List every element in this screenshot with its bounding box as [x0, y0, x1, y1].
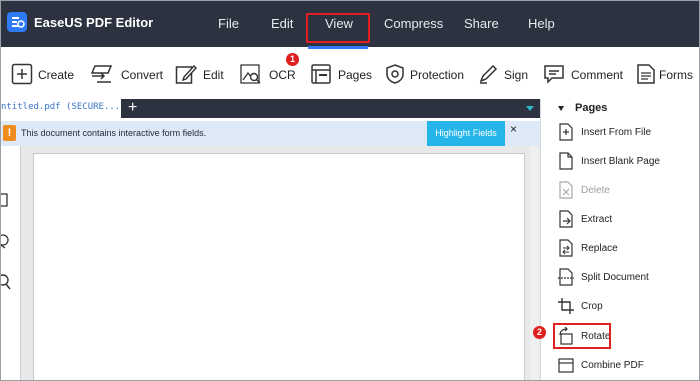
edit-icon	[175, 64, 197, 84]
step-1-badge: 1	[286, 53, 299, 66]
comment-icon	[544, 65, 564, 84]
notice-text: This document contains interactive form …	[21, 128, 207, 138]
delete-page-icon	[559, 181, 573, 199]
delete-page-item: Delete	[541, 177, 699, 203]
edit-label: Edit	[203, 68, 224, 82]
collapse-caret-icon[interactable]	[558, 106, 564, 111]
split-document-item[interactable]: Split Document	[541, 264, 699, 290]
document-tab-bar: ntitled.pdf (SECURE... +	[1, 99, 540, 118]
protection-button[interactable]: Protection	[384, 47, 464, 99]
crop-icon	[558, 298, 574, 314]
pages-button[interactable]: Pages	[310, 47, 373, 99]
comment-label: Comment	[571, 68, 624, 82]
forms-button[interactable]: Forms	[635, 47, 695, 99]
menu-edit[interactable]: Edit	[271, 16, 293, 31]
pdf-page[interactable]	[33, 153, 525, 380]
convert-icon	[90, 65, 113, 83]
form-fields-notice: ! This document contains interactive for…	[1, 121, 540, 146]
document-tab-label: ntitled.pdf (SECURE...	[1, 102, 121, 112]
signature-icon[interactable]	[1, 233, 17, 249]
menu-compress[interactable]: Compress	[384, 16, 443, 31]
edit-button[interactable]: Edit	[175, 47, 225, 99]
pages-icon	[311, 64, 331, 84]
document-canvas[interactable]	[21, 146, 540, 380]
shield-icon	[386, 64, 404, 84]
extract-icon	[559, 210, 573, 228]
comment-button[interactable]: Comment	[543, 47, 623, 99]
convert-button[interactable]: Convert	[89, 47, 163, 99]
active-tab-underline	[308, 46, 368, 49]
forms-label: Forms	[659, 68, 693, 82]
attachment-icon[interactable]	[1, 192, 17, 208]
form-icon	[637, 64, 655, 84]
document-tab[interactable]: ntitled.pdf (SECURE...	[1, 99, 121, 118]
menu-share[interactable]: Share	[464, 16, 499, 31]
combine-pdf-item[interactable]: Combine PDF	[541, 352, 699, 378]
main-toolbar: Create Convert Edit OCR Pages Protection…	[1, 47, 699, 100]
insert-blank-page-item[interactable]: Insert Blank Page	[541, 148, 699, 174]
combine-pdf-label: Combine PDF	[581, 360, 644, 371]
insert-file-icon	[559, 123, 573, 141]
pages-panel-title: Pages	[575, 102, 608, 114]
crop-item[interactable]: Crop	[541, 293, 699, 319]
sign-label: Sign	[504, 68, 529, 82]
replace-item[interactable]: Replace	[541, 235, 699, 261]
replace-icon	[559, 239, 573, 257]
split-document-label: Split Document	[581, 272, 649, 283]
create-label: Create	[38, 68, 75, 82]
warning-icon: !	[3, 125, 16, 141]
convert-label: Convert	[121, 68, 164, 82]
combine-icon	[558, 358, 574, 373]
easeus-logo-icon	[7, 12, 27, 32]
close-icon[interactable]: ×	[510, 122, 517, 136]
app-window: EaseUS PDF Editor File Edit View Compres…	[0, 0, 700, 381]
rotate-highlight-box	[553, 323, 611, 349]
plus-icon	[11, 63, 33, 85]
menu-file[interactable]: File	[218, 16, 239, 31]
extract-item[interactable]: Extract	[541, 206, 699, 232]
ocr-label: OCR	[269, 68, 296, 82]
insert-from-file-label: Insert From File	[581, 127, 652, 138]
protection-label: Protection	[410, 68, 465, 82]
crop-label: Crop	[581, 301, 603, 312]
vertical-scrollbar[interactable]	[530, 146, 539, 380]
extract-label: Extract	[581, 214, 613, 225]
ocr-button[interactable]: OCR	[239, 47, 296, 99]
highlight-fields-button[interactable]: Highlight Fields	[427, 121, 505, 146]
ocr-icon	[240, 64, 261, 84]
insert-blank-icon	[559, 152, 573, 170]
left-sidebar	[1, 146, 21, 380]
split-icon	[558, 268, 574, 286]
replace-label: Replace	[581, 243, 618, 254]
create-button[interactable]: Create	[11, 47, 75, 99]
step-2-badge: 2	[533, 326, 546, 339]
delete-label: Delete	[581, 185, 610, 196]
pen-icon	[479, 64, 498, 84]
sign-button[interactable]: Sign	[477, 47, 529, 99]
app-title: EaseUS PDF Editor	[34, 15, 154, 30]
chevron-down-icon[interactable]	[526, 106, 534, 111]
add-tab-button[interactable]: +	[128, 99, 137, 117]
insert-blank-page-label: Insert Blank Page	[581, 156, 660, 167]
pages-label: Pages	[338, 68, 373, 82]
pages-highlight-box	[306, 13, 370, 43]
menu-help[interactable]: Help	[528, 16, 555, 31]
search-icon[interactable]	[1, 274, 17, 290]
insert-from-file-item[interactable]: Insert From File	[541, 119, 699, 145]
